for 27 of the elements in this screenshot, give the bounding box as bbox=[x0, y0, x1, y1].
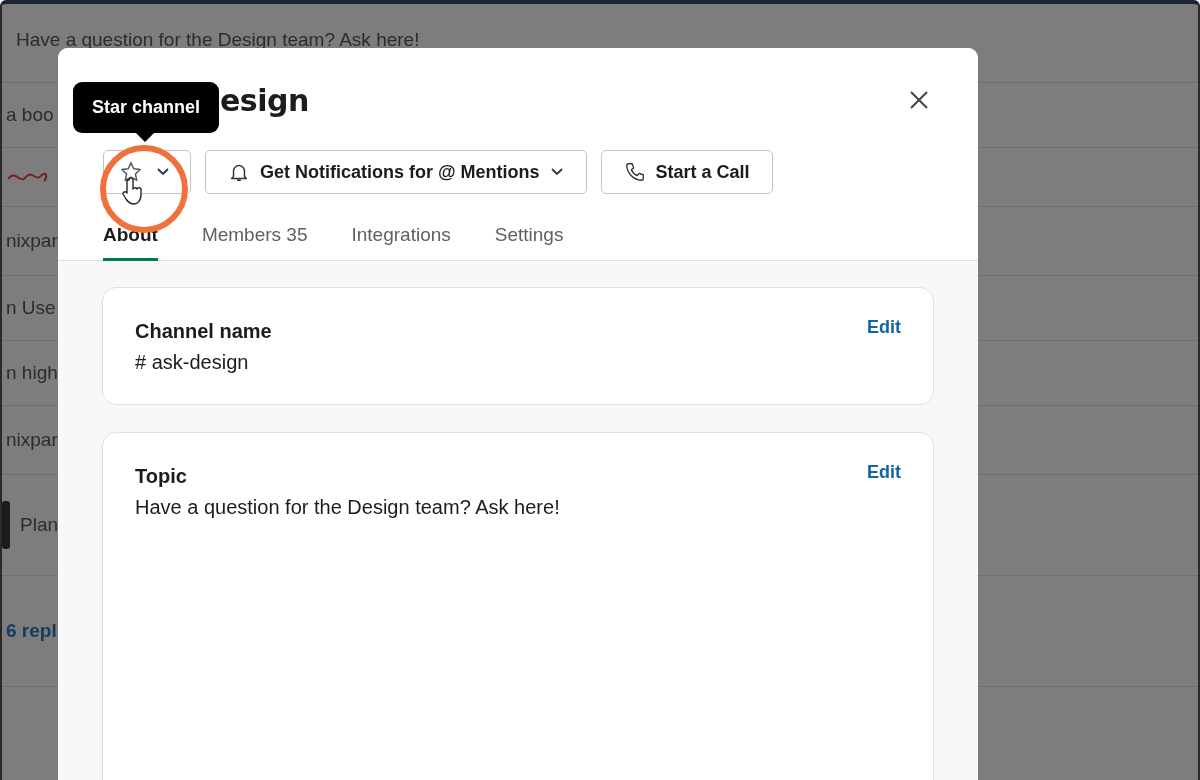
tab[interactable]: Members 35 bbox=[201, 224, 308, 261]
message-text: nixpar bbox=[6, 429, 58, 451]
channel-topic-text: Have a question for the Design team? Ask here! bbox=[16, 29, 420, 51]
message-text: nixpar bbox=[6, 230, 58, 252]
tab[interactable]: About bbox=[103, 224, 158, 261]
phone-icon bbox=[623, 161, 646, 183]
edit-link[interactable]: Edit bbox=[867, 462, 901, 483]
card-label: Topic bbox=[135, 465, 188, 488]
tooltip: Star channel bbox=[73, 82, 220, 133]
hand-cursor-icon bbox=[122, 178, 144, 206]
message-text: a boo bbox=[6, 104, 54, 126]
caret-icon bbox=[156, 167, 170, 177]
star-icon bbox=[120, 161, 142, 183]
tab[interactable]: Settings bbox=[494, 224, 564, 261]
notifications-button[interactable]: Get Notifications for @ Mentions bbox=[205, 150, 587, 194]
file-icon bbox=[2, 501, 10, 549]
edit-link[interactable]: Edit bbox=[867, 317, 901, 338]
tab[interactable]: Integrations bbox=[351, 224, 451, 261]
card-label: Channel name bbox=[135, 320, 272, 343]
call-button[interactable]: Start a Call bbox=[600, 150, 773, 194]
message-text: n high bbox=[6, 362, 58, 384]
card-value: # ask-design bbox=[135, 351, 250, 374]
message-text: Plan bbox=[20, 514, 59, 536]
message-text: n Use bbox=[6, 297, 56, 319]
modal-title: esign bbox=[220, 82, 309, 118]
card-value: Have a question for the Design team? Ask here! bbox=[135, 496, 560, 519]
tooltip-pointer bbox=[135, 132, 155, 142]
